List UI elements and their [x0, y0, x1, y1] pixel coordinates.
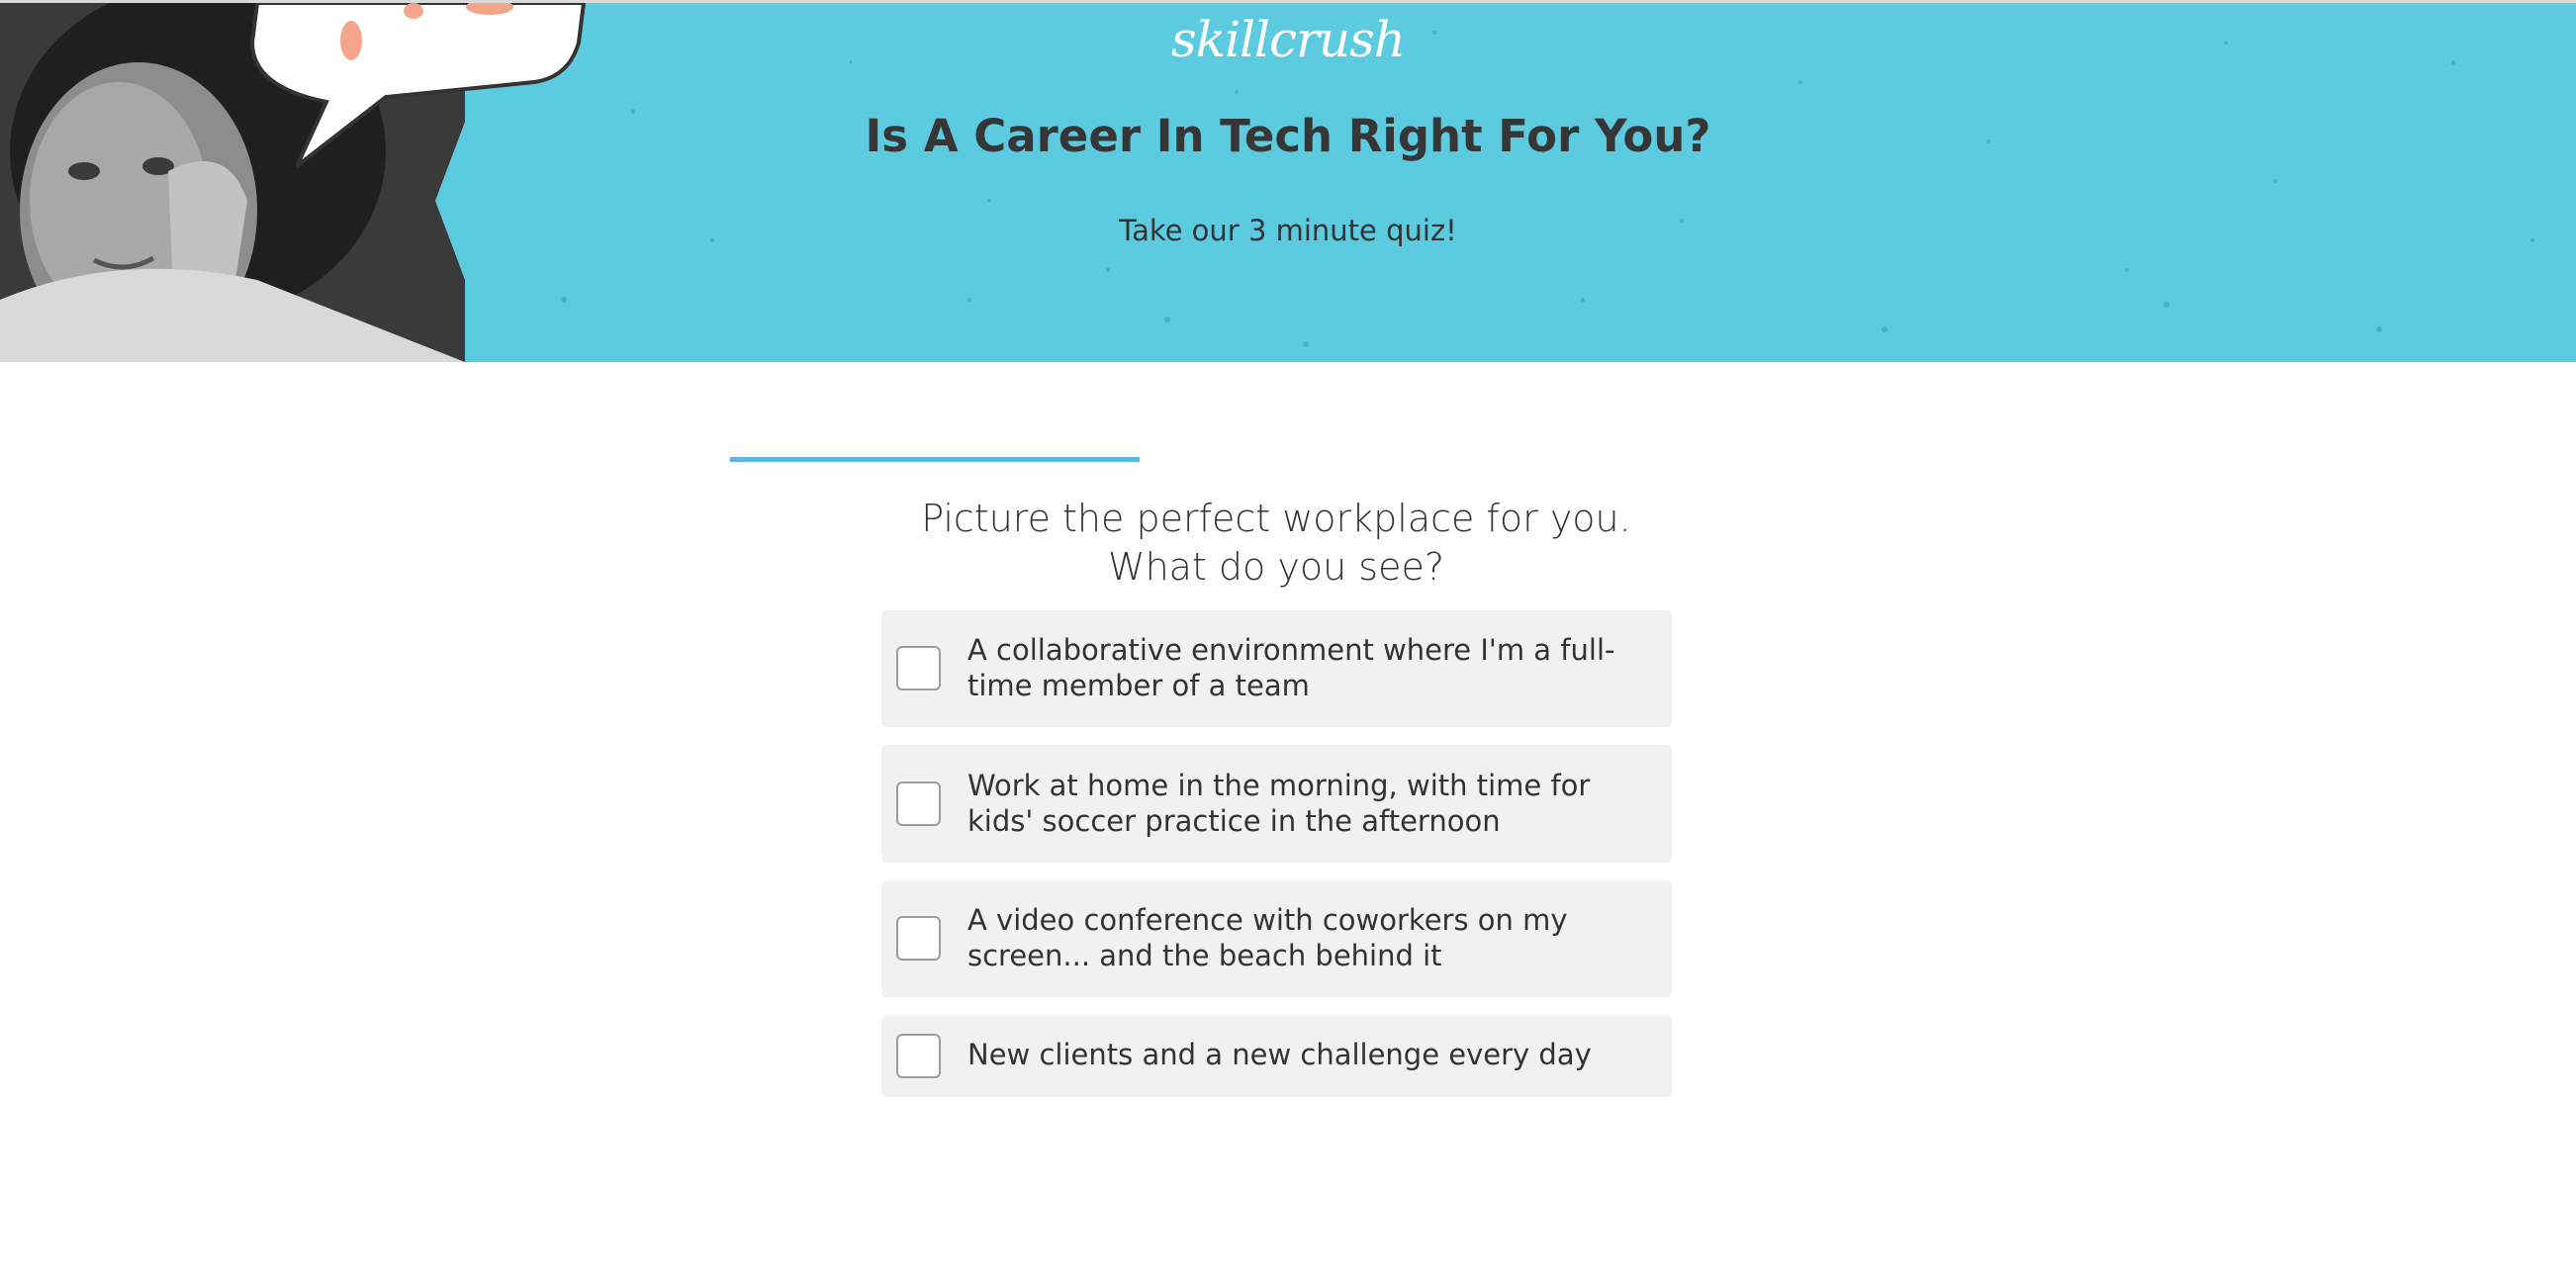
- answer-option-label: A collaborative environment where I'm a …: [967, 633, 1615, 702]
- checkbox[interactable]: [896, 781, 941, 826]
- answer-option-2[interactable]: Work at home in the morning, with time f…: [881, 745, 1672, 863]
- question-line-2: What do you see?: [1108, 545, 1444, 589]
- quiz-progress-bar: [730, 457, 1413, 462]
- checkbox[interactable]: [896, 646, 941, 690]
- checkbox[interactable]: [896, 916, 941, 961]
- answer-option-3[interactable]: A video conference with coworkers on my …: [881, 880, 1672, 997]
- question-text: Picture the perfect workplace for you. W…: [829, 495, 1723, 592]
- question-line-1: Picture the perfect workplace for you.: [921, 497, 1631, 540]
- hero-banner: skillcrush Is A Career In Tech Right For…: [0, 3, 2576, 362]
- answer-option-1[interactable]: A collaborative environment where I'm a …: [881, 610, 1672, 727]
- answer-option-label: A video conference with coworkers on my …: [967, 903, 1568, 972]
- quiz-progress-fill: [730, 457, 1140, 462]
- answer-option-label: Work at home in the morning, with time f…: [967, 769, 1591, 838]
- checkbox[interactable]: [896, 1034, 941, 1078]
- page-title: Is A Career In Tech Right For You?: [865, 110, 1711, 162]
- skillcrush-logo[interactable]: skillcrush: [0, 11, 2576, 68]
- answer-option-label: New clients and a new challenge every da…: [967, 1038, 1592, 1071]
- answer-option-4[interactable]: New clients and a new challenge every da…: [881, 1015, 1672, 1097]
- page-subtitle: Take our 3 minute quiz!: [1119, 214, 1457, 247]
